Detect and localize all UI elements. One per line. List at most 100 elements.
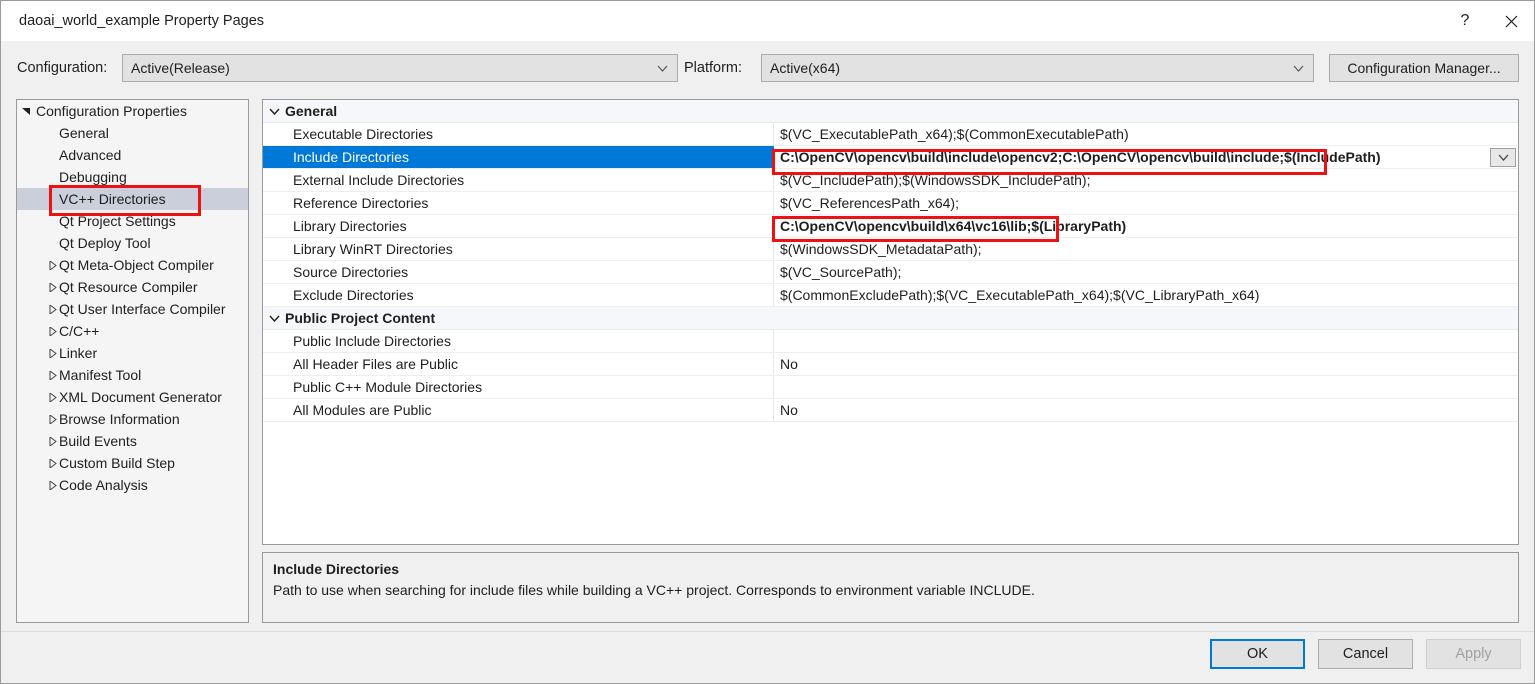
sidebar-item-configuration-properties[interactable]: Configuration Properties — [17, 100, 248, 122]
configuration-value: Active(Release) — [131, 60, 230, 76]
property-value[interactable]: C:\OpenCV\opencv\build\include\opencv2;C… — [774, 146, 1518, 168]
cancel-button[interactable]: Cancel — [1318, 639, 1413, 669]
property-value-text: $(VC_IncludePath);$(WindowsSDK_IncludePa… — [780, 172, 1091, 188]
configuration-tree[interactable]: Configuration Properties General Advanced D… — [16, 99, 249, 623]
sidebar-item-qt-deploy-tool[interactable]: Qt Deploy Tool — [17, 232, 248, 254]
sidebar-item-qt-project-settings[interactable]: Qt Project Settings — [17, 210, 248, 232]
sidebar-item-qt-meta-object-compiler[interactable]: Qt Meta-Object Compiler — [17, 254, 248, 276]
property-value[interactable] — [774, 330, 1518, 352]
collapsed-triangle-icon[interactable] — [45, 326, 59, 336]
sidebar-item-vc-directories[interactable]: VC++ Directories — [17, 188, 248, 210]
sidebar-item-label: Qt Project Settings — [59, 213, 176, 229]
property-row[interactable]: All Modules are Public No — [263, 399, 1518, 422]
property-value[interactable]: No — [774, 399, 1518, 421]
property-value[interactable]: $(VC_ReferencesPath_x64); — [774, 192, 1518, 214]
property-value-text: No — [780, 402, 798, 418]
collapsed-triangle-icon[interactable] — [45, 282, 59, 292]
property-row[interactable]: Library Directories C:\OpenCV\opencv\buil… — [263, 215, 1518, 238]
sidebar-item-qt-user-interface-compiler[interactable]: Qt User Interface Compiler — [17, 298, 248, 320]
apply-button: Apply — [1426, 639, 1521, 669]
collapsed-triangle-icon[interactable] — [45, 414, 59, 424]
sidebar-item-label: Code Analysis — [59, 477, 148, 493]
property-name: Exclude Directories — [263, 284, 774, 306]
property-name: Executable Directories — [263, 123, 774, 145]
collapsed-triangle-icon[interactable] — [45, 348, 59, 358]
collapsed-triangle-icon[interactable] — [45, 370, 59, 380]
property-row[interactable]: External Include Directories $(VC_Include… — [263, 169, 1518, 192]
collapsed-triangle-icon[interactable] — [45, 304, 59, 314]
expanded-triangle-icon[interactable] — [19, 107, 33, 116]
property-value[interactable] — [774, 376, 1518, 398]
sidebar-item-label: Qt Meta-Object Compiler — [59, 257, 214, 273]
grid-category-header[interactable]: Public Project Content — [263, 307, 1518, 330]
property-row[interactable]: Source Directories $(VC_SourcePath); — [263, 261, 1518, 284]
property-row[interactable]: Reference Directories $(VC_ReferencesPath… — [263, 192, 1518, 215]
property-value[interactable]: No — [774, 353, 1518, 375]
collapsed-triangle-icon[interactable] — [45, 480, 59, 490]
property-value[interactable]: $(CommonExcludePath);$(VC_ExecutablePath… — [774, 284, 1518, 306]
property-value-dropdown-button[interactable] — [1490, 148, 1516, 167]
property-value[interactable]: $(VC_IncludePath);$(WindowsSDK_IncludePa… — [774, 169, 1518, 191]
property-value-text: C:\OpenCV\opencv\build\x64\vc16\lib;$(Li… — [780, 218, 1127, 234]
grid-category-header[interactable]: General — [263, 100, 1518, 123]
sidebar-item-label: VC++ Directories — [59, 191, 166, 207]
chevron-down-icon[interactable] — [263, 315, 285, 322]
chevron-down-icon[interactable] — [263, 108, 285, 115]
property-row[interactable]: Public C++ Module Directories — [263, 376, 1518, 399]
grid-category-label: Public Project Content — [285, 310, 436, 326]
sidebar-item-general[interactable]: General — [17, 122, 248, 144]
property-value[interactable]: $(WindowsSDK_MetadataPath); — [774, 238, 1518, 260]
property-value[interactable]: $(VC_SourcePath); — [774, 261, 1518, 283]
sidebar-item-advanced[interactable]: Advanced — [17, 144, 248, 166]
sidebar-item-label: Custom Build Step — [59, 455, 175, 471]
property-grid[interactable]: General Executable Directories $(VC_Execut… — [262, 99, 1519, 545]
property-row[interactable]: Include Directories C:\OpenCV\opencv\buil… — [263, 146, 1518, 169]
collapsed-triangle-icon[interactable] — [45, 392, 59, 402]
property-row[interactable]: All Header Files are Public No — [263, 353, 1518, 376]
question-mark-icon[interactable]: ? — [1442, 1, 1488, 41]
configuration-dropdown[interactable]: Active(Release) — [122, 54, 678, 82]
property-value[interactable]: C:\OpenCV\opencv\build\x64\vc16\lib;$(Li… — [774, 215, 1518, 237]
sidebar-item-build-events[interactable]: Build Events — [17, 430, 248, 452]
property-row[interactable]: Exclude Directories $(CommonExcludePath);… — [263, 284, 1518, 307]
property-name: All Header Files are Public — [263, 353, 774, 375]
chevron-down-icon — [657, 65, 668, 72]
ok-button[interactable]: OK — [1210, 639, 1305, 669]
grid-category-label: General — [285, 103, 338, 119]
sidebar-item-label: C/C++ — [59, 323, 100, 339]
footer-divider — [1, 631, 1534, 632]
property-description-panel: Include Directories Path to use when sea… — [262, 552, 1519, 623]
property-name: External Include Directories — [263, 169, 774, 191]
configuration-label: Configuration: — [17, 60, 108, 76]
sidebar-item-debugging[interactable]: Debugging — [17, 166, 248, 188]
property-row[interactable]: Public Include Directories — [263, 330, 1518, 353]
property-name: Source Directories — [263, 261, 774, 283]
property-value-text: C:\OpenCV\opencv\build\include\opencv2;C… — [780, 149, 1381, 165]
sidebar-item-label: Manifest Tool — [59, 367, 142, 383]
sidebar-item-label: General — [59, 125, 109, 141]
property-value-text: $(VC_SourcePath); — [780, 264, 902, 280]
collapsed-triangle-icon[interactable] — [45, 436, 59, 446]
sidebar-item-label: Browse Information — [59, 411, 180, 427]
property-name: All Modules are Public — [263, 399, 774, 421]
sidebar-item-code-analysis[interactable]: Code Analysis — [17, 474, 248, 496]
property-name: Library WinRT Directories — [263, 238, 774, 260]
sidebar-item-manifest-tool[interactable]: Manifest Tool — [17, 364, 248, 386]
close-icon[interactable] — [1488, 1, 1534, 41]
property-row[interactable]: Executable Directories $(VC_ExecutablePat… — [263, 123, 1518, 146]
sidebar-item-browse-information[interactable]: Browse Information — [17, 408, 248, 430]
sidebar-item-xml-document-generator[interactable]: XML Document Generator — [17, 386, 248, 408]
platform-dropdown[interactable]: Active(x64) — [761, 54, 1314, 82]
property-name: Library Directories — [263, 215, 774, 237]
sidebar-item-c-c[interactable]: C/C++ — [17, 320, 248, 342]
sidebar-item-custom-build-step[interactable]: Custom Build Step — [17, 452, 248, 474]
property-value-text: $(VC_ReferencesPath_x64); — [780, 195, 959, 211]
sidebar-item-qt-resource-compiler[interactable]: Qt Resource Compiler — [17, 276, 248, 298]
sidebar-item-linker[interactable]: Linker — [17, 342, 248, 364]
property-value[interactable]: $(VC_ExecutablePath_x64);$(CommonExecuta… — [774, 123, 1518, 145]
collapsed-triangle-icon[interactable] — [45, 458, 59, 468]
configuration-manager-button[interactable]: Configuration Manager... — [1329, 54, 1519, 82]
collapsed-triangle-icon[interactable] — [45, 260, 59, 270]
property-row[interactable]: Library WinRT Directories $(WindowsSDK_Me… — [263, 238, 1518, 261]
property-value-text: $(CommonExcludePath);$(VC_ExecutablePath… — [780, 287, 1260, 303]
